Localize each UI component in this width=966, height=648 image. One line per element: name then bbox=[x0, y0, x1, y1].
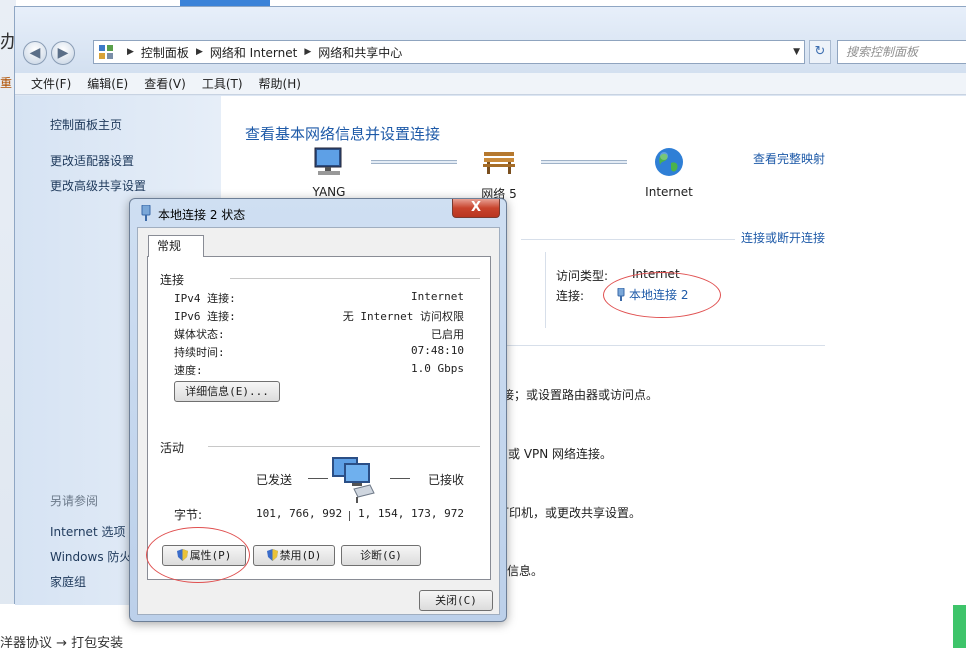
internet-label: Internet bbox=[645, 185, 693, 199]
activity-divider bbox=[349, 511, 350, 521]
homegroup-sharing-desc: 打印机，或更改共享设置。 bbox=[497, 506, 642, 520]
disable-button[interactable]: 禁用(D) bbox=[253, 545, 335, 566]
speed-label: 速度: bbox=[174, 364, 203, 377]
view-full-map-link[interactable]: 查看完整映射 bbox=[753, 150, 825, 167]
group-divider bbox=[230, 278, 480, 279]
activity-group-heading: 活动 bbox=[160, 441, 185, 455]
back-button[interactable]: ◀ bbox=[23, 41, 47, 65]
bytes-sent-value: 101, 766, 992 bbox=[256, 507, 343, 520]
dialog-title: 本地连接 2 状态 bbox=[158, 208, 246, 222]
search-input[interactable] bbox=[837, 40, 966, 64]
globe-icon bbox=[655, 148, 683, 176]
duration-value: 07:48:10 bbox=[411, 344, 464, 357]
breadcrumb-network-sharing-center[interactable]: 网络和共享中心 bbox=[318, 44, 402, 61]
address-bar[interactable]: ▶ 控制面板 ▶ 网络和 Internet ▶ 网络和共享中心 ▼ bbox=[93, 40, 805, 64]
bytes-received-value: 1, 154, 173, 972 bbox=[358, 507, 464, 520]
background-text: 洋器协议 → 打包安装 bbox=[0, 636, 124, 648]
menu-view[interactable]: 查看(V) bbox=[144, 75, 186, 92]
menu-edit[interactable]: 编辑(E) bbox=[87, 75, 128, 92]
network-node[interactable]: 网络 5 bbox=[467, 146, 531, 202]
close-dialog-button[interactable]: 关闭(C) bbox=[419, 590, 493, 611]
ipv4-label: IPv4 连接: bbox=[174, 292, 236, 305]
menu-file[interactable]: 文件(F) bbox=[31, 75, 71, 92]
ipv4-value: Internet bbox=[411, 290, 464, 303]
connect-network-desc: 或 VPN 网络连接。 bbox=[508, 447, 613, 461]
sidebar-link-advanced-sharing[interactable]: 更改高级共享设置 bbox=[50, 177, 146, 194]
chevron-right-icon[interactable]: ▶ bbox=[304, 47, 311, 57]
vertical-divider bbox=[545, 252, 546, 328]
menu-help[interactable]: 帮助(H) bbox=[259, 75, 301, 92]
ipv6-value: 无 Internet 访问权限 bbox=[342, 310, 464, 323]
background-accent bbox=[953, 602, 966, 648]
forward-button[interactable]: ▶ bbox=[51, 41, 75, 65]
computer-name: YANG bbox=[312, 185, 346, 199]
refresh-icon: ↻ bbox=[814, 44, 826, 59]
local-connection-status-dialog: 本地连接 2 状态 X 常规 连接 IPv4 连接: Internet IPv6… bbox=[129, 198, 507, 622]
arrow-left-icon: ◀ bbox=[29, 45, 41, 61]
bytes-label: 字节: bbox=[174, 508, 203, 522]
close-icon: X bbox=[470, 200, 482, 215]
activity-line bbox=[308, 478, 328, 479]
control-panel-icon bbox=[99, 45, 113, 59]
chevron-right-icon[interactable]: ▶ bbox=[196, 47, 203, 57]
breadcrumb-network-internet[interactable]: 网络和 Internet bbox=[210, 44, 297, 61]
menu-bar: 文件(F) 编辑(E) 查看(V) 工具(T) 帮助(H) bbox=[15, 73, 966, 95]
group-divider bbox=[208, 446, 480, 447]
close-button[interactable]: X bbox=[452, 199, 500, 218]
speed-value: 1.0 Gbps bbox=[411, 362, 464, 375]
connection-group-heading: 连接 bbox=[160, 273, 185, 287]
divider bbox=[507, 345, 825, 346]
received-label: 已接收 bbox=[428, 473, 465, 487]
media-state-label: 媒体状态: bbox=[174, 328, 225, 341]
menu-tools[interactable]: 工具(T) bbox=[202, 75, 243, 92]
computer-icon bbox=[314, 147, 342, 175]
connection-line bbox=[541, 160, 627, 164]
access-type-label: 访问类型: bbox=[556, 269, 609, 283]
sidebar-link-home[interactable]: 控制面板主页 bbox=[50, 116, 122, 133]
annotation-ellipse bbox=[146, 527, 250, 583]
sent-label: 已发送 bbox=[256, 473, 293, 487]
internet-node[interactable]: Internet bbox=[637, 146, 701, 199]
connection-line bbox=[371, 160, 457, 164]
chevron-down-icon[interactable]: ▼ bbox=[793, 47, 800, 57]
sidebar-link-homegroup[interactable]: 家庭组 bbox=[50, 573, 86, 590]
arrow-right-icon: ▶ bbox=[57, 45, 69, 61]
chevron-right-icon[interactable]: ▶ bbox=[127, 47, 134, 57]
computer-node[interactable]: YANG bbox=[299, 146, 359, 199]
annotation-ellipse bbox=[603, 272, 721, 318]
troubleshoot-desc: 信息。 bbox=[507, 564, 544, 578]
connection-label: 连接: bbox=[556, 289, 585, 303]
duration-label: 持续时间: bbox=[174, 346, 225, 359]
ethernet-icon bbox=[141, 205, 151, 221]
sidebar-link-adapter-settings[interactable]: 更改适配器设置 bbox=[50, 152, 134, 169]
bench-icon bbox=[483, 152, 515, 174]
activity-line bbox=[390, 478, 410, 479]
address-bar-area: ◀ ▶ ▶ 控制面板 ▶ 网络和 Internet ▶ 网络和共享中心 ▼ ↻ bbox=[15, 7, 966, 73]
tab-general[interactable]: 常规 bbox=[148, 235, 204, 257]
background-text-fragment: 重 bbox=[0, 76, 13, 90]
sidebar-link-internet-options[interactable]: Internet 选项 bbox=[50, 523, 125, 540]
page-title: 查看基本网络信息并设置连接 bbox=[245, 125, 441, 143]
ipv6-label: IPv6 连接: bbox=[174, 310, 236, 323]
see-also-heading: 另请参阅 bbox=[50, 494, 99, 508]
setup-connection-desc: 接；或设置路由器或访问点。 bbox=[502, 388, 659, 402]
divider bbox=[521, 239, 735, 240]
refresh-button[interactable]: ↻ bbox=[809, 40, 831, 64]
disable-button-label: 禁用(D) bbox=[279, 549, 322, 562]
network-computers-icon bbox=[332, 457, 375, 503]
connect-disconnect-link[interactable]: 连接或断开连接 bbox=[741, 229, 825, 246]
diagnose-button[interactable]: 诊断(G) bbox=[341, 545, 421, 566]
breadcrumb-control-panel[interactable]: 控制面板 bbox=[141, 44, 189, 61]
media-state-value: 已启用 bbox=[431, 328, 464, 341]
details-button[interactable]: 详细信息(E)... bbox=[174, 381, 280, 402]
uac-shield-icon bbox=[266, 549, 278, 561]
